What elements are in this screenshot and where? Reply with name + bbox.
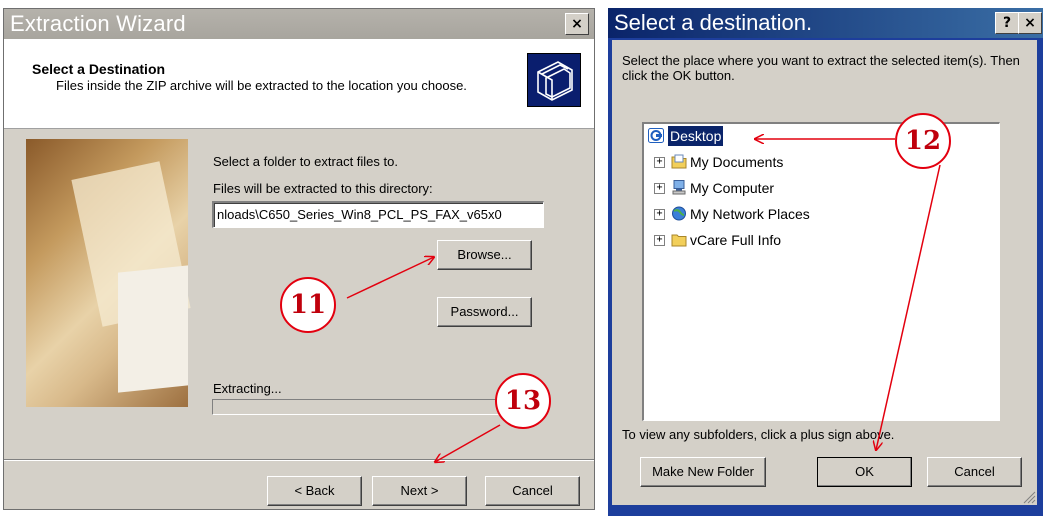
close-icon[interactable]: ×	[565, 13, 589, 35]
select-folder-label: Select a folder to extract files to.	[213, 154, 398, 169]
expand-icon[interactable]: +	[654, 209, 665, 220]
expand-icon[interactable]: +	[654, 157, 665, 168]
network-places-icon	[672, 206, 686, 221]
next-button[interactable]: Next >	[372, 476, 467, 506]
expand-icon[interactable]: +	[654, 183, 665, 194]
directory-input[interactable]: nloads\C650_Series_Win8_PCL_PS_FAX_v65x0	[212, 201, 544, 228]
resize-grip-icon[interactable]	[1022, 490, 1036, 504]
tree-item-label: Desktop	[668, 126, 724, 146]
tree-item-label: My Network Places	[690, 206, 810, 222]
my-documents-icon	[671, 154, 687, 169]
close-icon[interactable]: ×	[1018, 12, 1042, 34]
cancel-button[interactable]: Cancel	[927, 457, 1022, 487]
tree-item-label: My Computer	[690, 180, 775, 196]
window-title: Extraction Wizard	[10, 11, 186, 36]
ok-button[interactable]: OK	[817, 457, 912, 487]
page-title: Select a Destination	[32, 61, 166, 77]
folder-tree[interactable]: Desktop + My Documents + My Computer + M…	[642, 122, 1000, 421]
browse-button[interactable]: Browse...	[437, 240, 532, 270]
make-new-folder-button[interactable]: Make New Folder	[640, 457, 766, 487]
step-12-badge: 12	[895, 113, 951, 169]
extraction-wizard-titlebar[interactable]: Extraction Wizard ×	[4, 9, 594, 39]
extraction-wizard-window: Extraction Wizard × Select a Destination…	[3, 8, 595, 510]
wizard-header: Select a Destination Files inside the ZI…	[4, 39, 594, 129]
select-destination-titlebar[interactable]: Select a destination. ? ×	[608, 8, 1043, 38]
select-destination-dialog: Select a destination. ? × Select the pla…	[608, 8, 1043, 516]
footer-hint: To view any subfolders, click a plus sig…	[622, 427, 895, 442]
password-button[interactable]: Password...	[437, 297, 532, 327]
back-button[interactable]: < Back	[267, 476, 362, 506]
folder-stack-icon	[527, 53, 581, 107]
help-icon[interactable]: ?	[995, 12, 1019, 34]
tree-item-label: vCare Full Info	[690, 232, 782, 248]
wizard-side-image	[26, 139, 191, 407]
extracting-label: Extracting...	[213, 381, 282, 396]
my-computer-icon	[672, 180, 686, 195]
page-subtitle: Files inside the ZIP archive will be ext…	[56, 78, 467, 93]
extraction-progress-bar	[212, 399, 540, 415]
instructions-text: Select the place where you want to extra…	[622, 53, 1020, 83]
footer-divider	[4, 459, 594, 461]
tree-item-label: My Documents	[690, 154, 784, 170]
desktop-icon	[648, 128, 664, 143]
dialog-title: Select a destination.	[614, 10, 813, 35]
expand-icon[interactable]: +	[654, 235, 665, 246]
step-11-badge: 11	[280, 277, 336, 333]
directory-label: Files will be extracted to this director…	[213, 181, 433, 196]
folder-icon	[671, 234, 687, 247]
dialog-body: Select the place where you want to extra…	[612, 40, 1037, 505]
cancel-button[interactable]: Cancel	[485, 476, 580, 506]
step-13-badge: 13	[495, 373, 551, 429]
